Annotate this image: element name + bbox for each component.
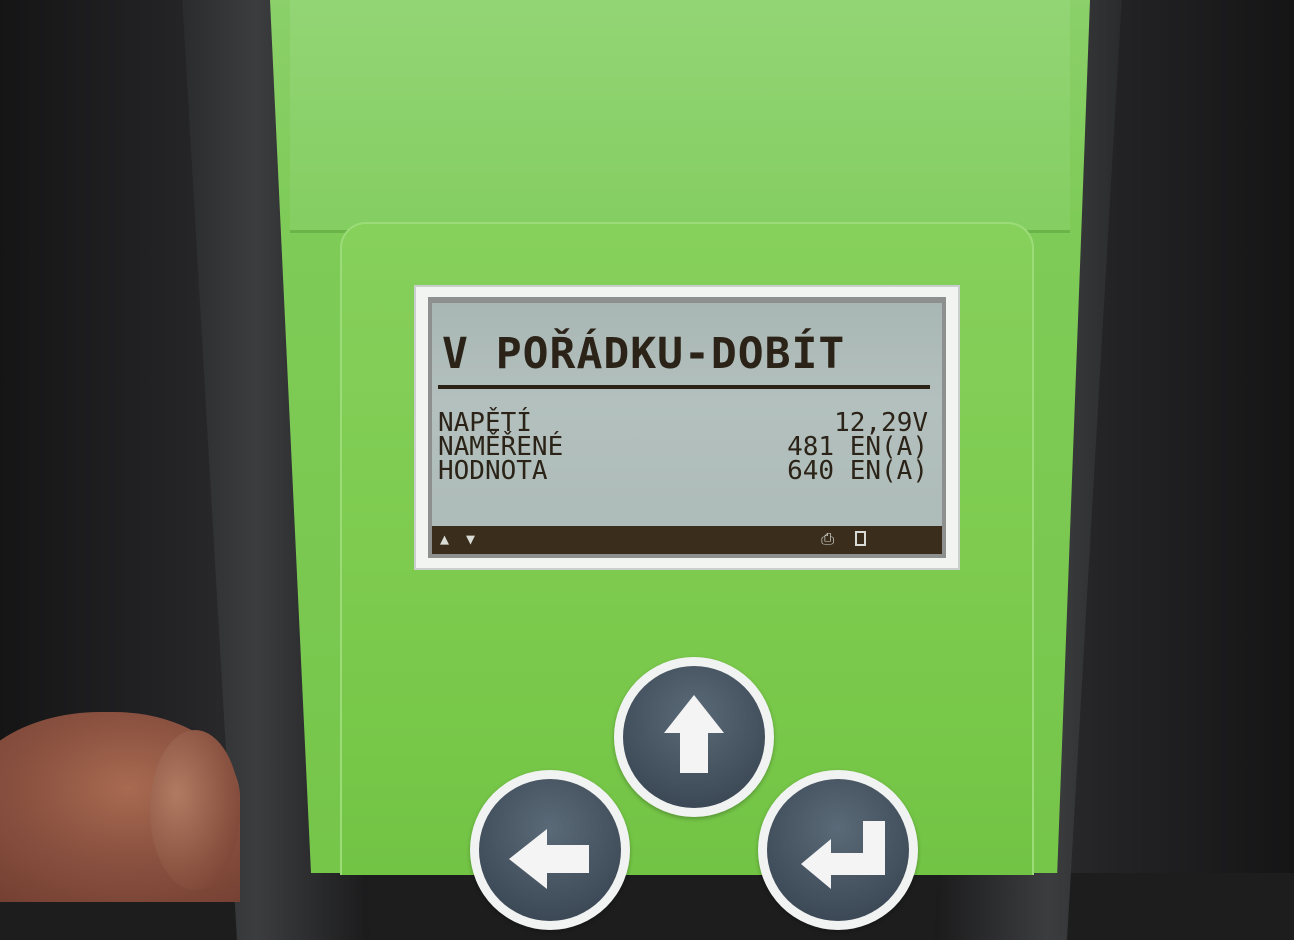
down-arrow-icon: ▼ xyxy=(466,530,476,548)
battery-icon xyxy=(855,531,866,546)
result-title: V POŘÁDKU-DOBÍT xyxy=(442,329,846,379)
device-upper-panel xyxy=(290,0,1070,233)
thumb-tip xyxy=(150,730,240,890)
title-underline xyxy=(438,385,930,389)
up-arrow-icon: ▲ xyxy=(440,530,450,548)
rated-label: HODNOTA xyxy=(438,456,548,486)
left-button-face[interactable] xyxy=(479,779,621,921)
lcd-status-bar: ▲ ▼ ⎙ xyxy=(432,526,942,554)
lcd-frame: V POŘÁDKU-DOBÍT NAPĚTÍ 12,29V NAMĚŘENÉ 4… xyxy=(414,285,960,570)
left-arrow-button[interactable] xyxy=(470,770,630,930)
lcd-bezel: V POŘÁDKU-DOBÍT NAPĚTÍ 12,29V NAMĚŘENÉ 4… xyxy=(428,297,946,558)
rated-row: HODNOTA 640 EN(A) xyxy=(438,457,928,485)
lcd-screen: V POŘÁDKU-DOBÍT NAPĚTÍ 12,29V NAMĚŘENÉ 4… xyxy=(432,303,942,554)
printer-icon: ⎙ xyxy=(821,529,834,548)
rated-value: 640 EN(A) xyxy=(787,456,928,486)
up-arrow-button[interactable] xyxy=(614,657,774,817)
up-button-face[interactable] xyxy=(623,666,765,808)
enter-button-face[interactable] xyxy=(767,779,909,921)
enter-button[interactable] xyxy=(758,770,918,930)
